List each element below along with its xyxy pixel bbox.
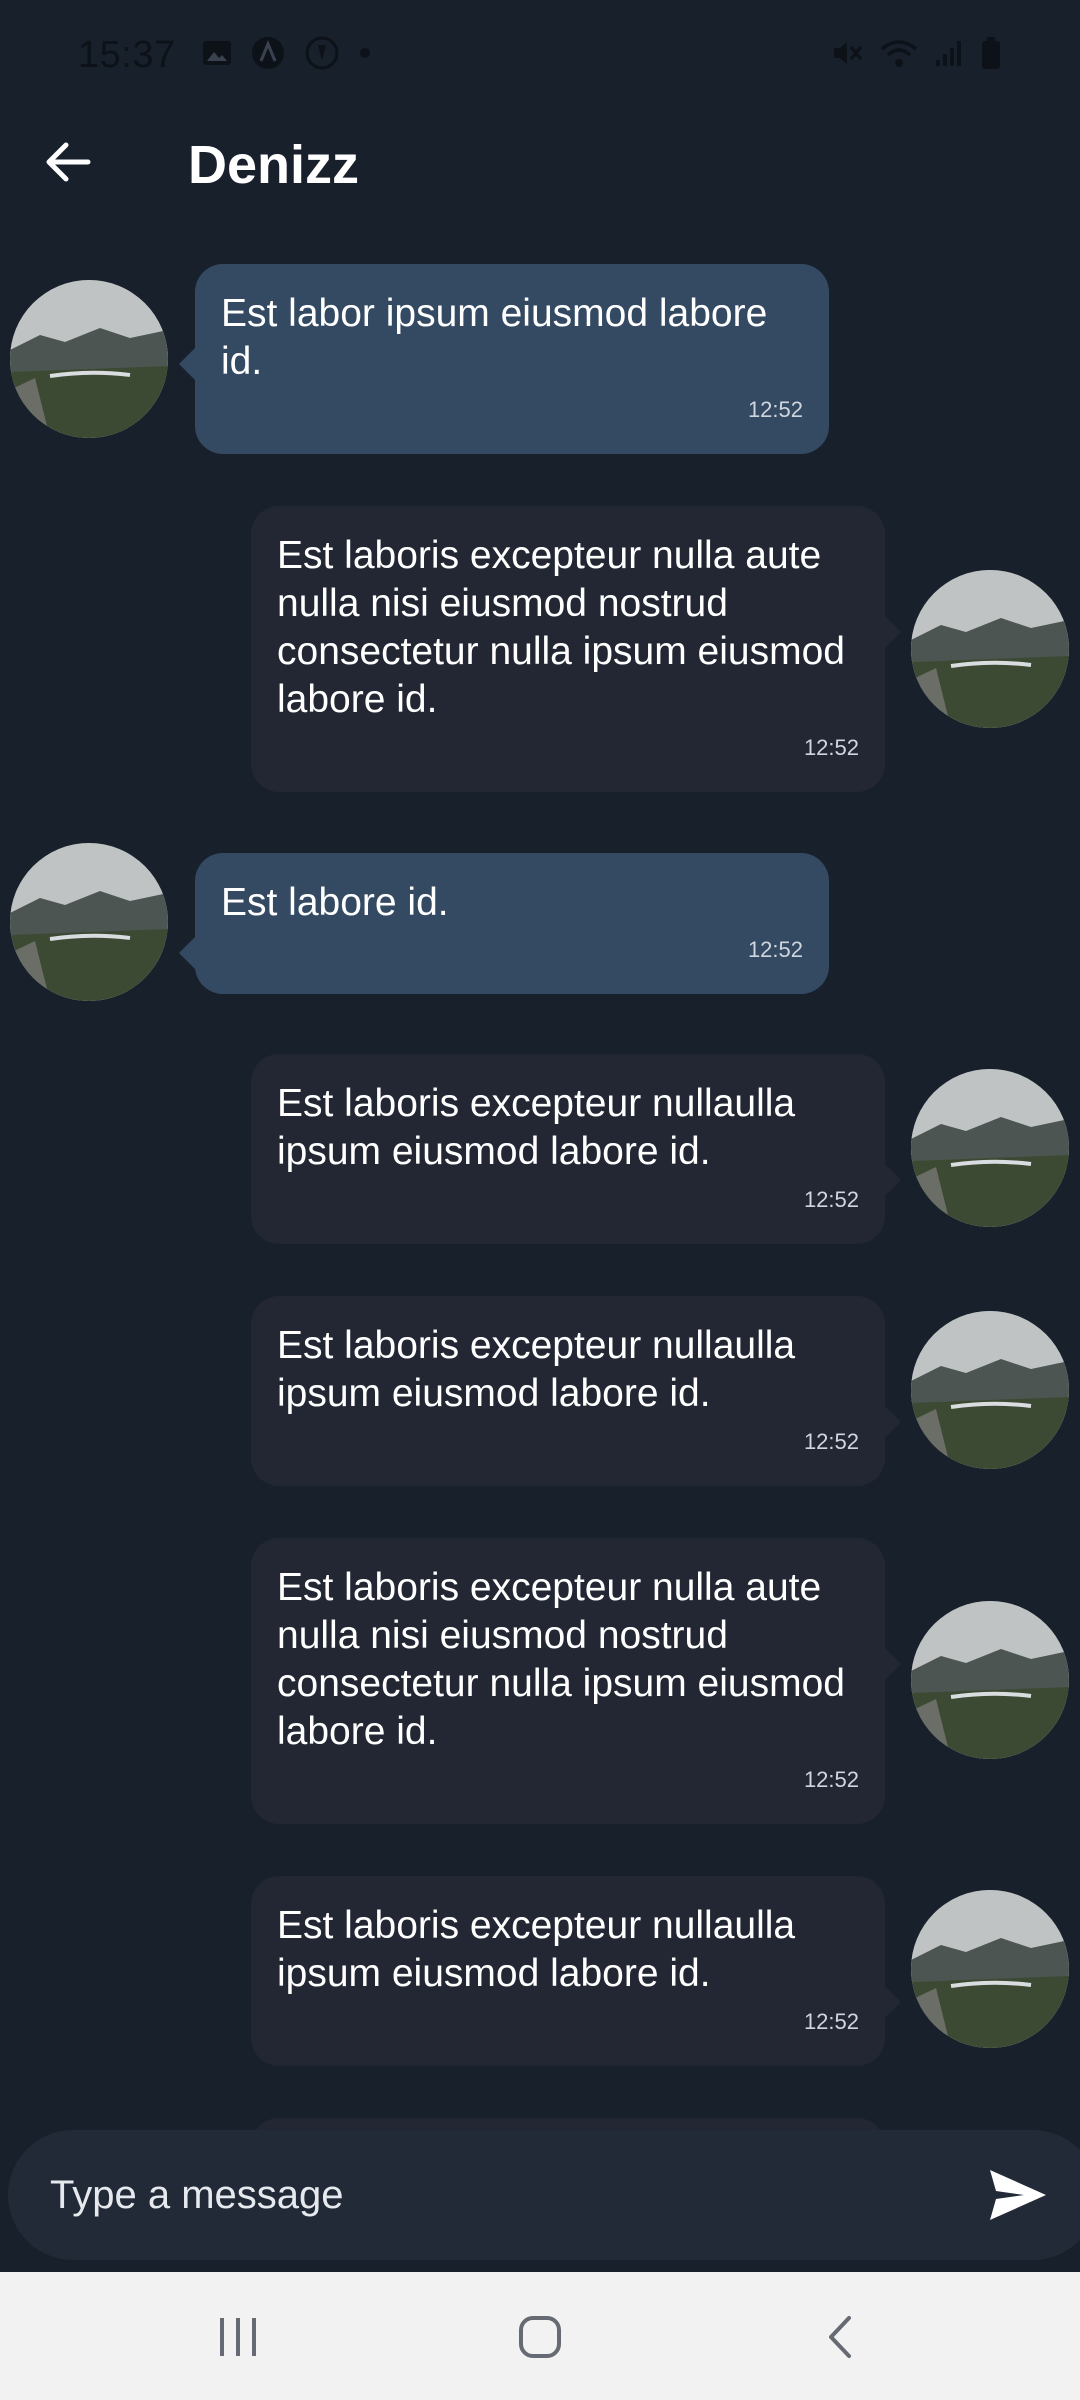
user-avatar[interactable] bbox=[911, 1601, 1069, 1759]
message-time: 12:52 bbox=[803, 1187, 859, 1212]
message-time: 12:52 bbox=[747, 397, 803, 422]
user-avatar[interactable] bbox=[911, 1311, 1069, 1469]
send-button[interactable] bbox=[983, 2162, 1053, 2228]
message-text: Est laboris excepteur nulla aute nulla n… bbox=[277, 1566, 845, 1753]
system-nav-bar bbox=[0, 2272, 1080, 2400]
landscape-photo-icon bbox=[911, 1311, 1069, 1469]
landscape-photo-icon bbox=[911, 1069, 1069, 1227]
landscape-photo-icon bbox=[10, 280, 168, 438]
message-text: Est laboris excepteur nulla aute nulla n… bbox=[277, 534, 845, 721]
message-bubble[interactable]: Est laboris excepteur nullaulla ipsum ei… bbox=[251, 1876, 901, 2066]
chat-header: Denizz bbox=[0, 110, 1080, 225]
page-title: Denizz bbox=[188, 135, 360, 195]
home-button[interactable] bbox=[500, 2302, 580, 2372]
back-button[interactable] bbox=[40, 134, 96, 190]
landscape-photo-icon bbox=[10, 843, 168, 1001]
message-time: 12:52 bbox=[803, 1767, 859, 1792]
landscape-photo-icon bbox=[911, 1601, 1069, 1759]
message-bubble[interactable]: Est labor ipsum eiusmod labore id. 12:52 bbox=[179, 264, 829, 454]
nav-back-button[interactable] bbox=[800, 2302, 880, 2372]
message-text: Est labor ipsum eiusmod labore id. bbox=[221, 292, 768, 383]
message-bubble[interactable]: Est laboris excepteur nullaulla ipsum ei… bbox=[251, 1054, 901, 1244]
user-avatar[interactable] bbox=[911, 1890, 1069, 2048]
back-icon bbox=[829, 2316, 851, 2358]
message-text: Est labore id. bbox=[221, 881, 449, 924]
message-bubble[interactable] bbox=[251, 2118, 885, 2130]
message-input[interactable] bbox=[50, 2160, 930, 2230]
contact-avatar[interactable] bbox=[10, 280, 168, 438]
message-text: Est laboris excepteur nullaulla ipsum ei… bbox=[277, 1324, 796, 1415]
message-time: 12:52 bbox=[803, 735, 859, 760]
home-icon bbox=[519, 2316, 561, 2358]
message-bubble[interactable]: Est labore id. 12:52 bbox=[179, 853, 829, 994]
contact-avatar[interactable] bbox=[10, 843, 168, 1001]
message-text: Est laboris excepteur nullaulla ipsum ei… bbox=[277, 1082, 796, 1173]
message-time: 12:52 bbox=[747, 937, 803, 962]
message-text: Est laboris excepteur nullaulla ipsum ei… bbox=[277, 1904, 796, 1995]
message-list[interactable]: Est labor ipsum eiusmod labore id. 12:52… bbox=[0, 0, 1080, 2130]
recent-apps-icon bbox=[220, 2318, 256, 2356]
message-time: 12:52 bbox=[803, 1429, 859, 1454]
arrow-left-icon bbox=[46, 142, 91, 182]
message-composer bbox=[8, 2130, 1080, 2260]
message-time: 12:52 bbox=[803, 2009, 859, 2034]
recent-apps-button[interactable] bbox=[198, 2302, 278, 2372]
send-icon bbox=[990, 2170, 1046, 2220]
message-bubble[interactable]: Est laboris excepteur nulla aute nulla n… bbox=[251, 506, 901, 792]
message-bubble[interactable]: Est laboris excepteur nulla aute nulla n… bbox=[251, 1538, 901, 1824]
landscape-photo-icon bbox=[911, 1890, 1069, 2048]
user-avatar[interactable] bbox=[911, 1069, 1069, 1227]
user-avatar[interactable] bbox=[911, 570, 1069, 728]
message-bubble[interactable]: Est laboris excepteur nullaulla ipsum ei… bbox=[251, 1296, 901, 1486]
landscape-photo-icon bbox=[911, 570, 1069, 728]
